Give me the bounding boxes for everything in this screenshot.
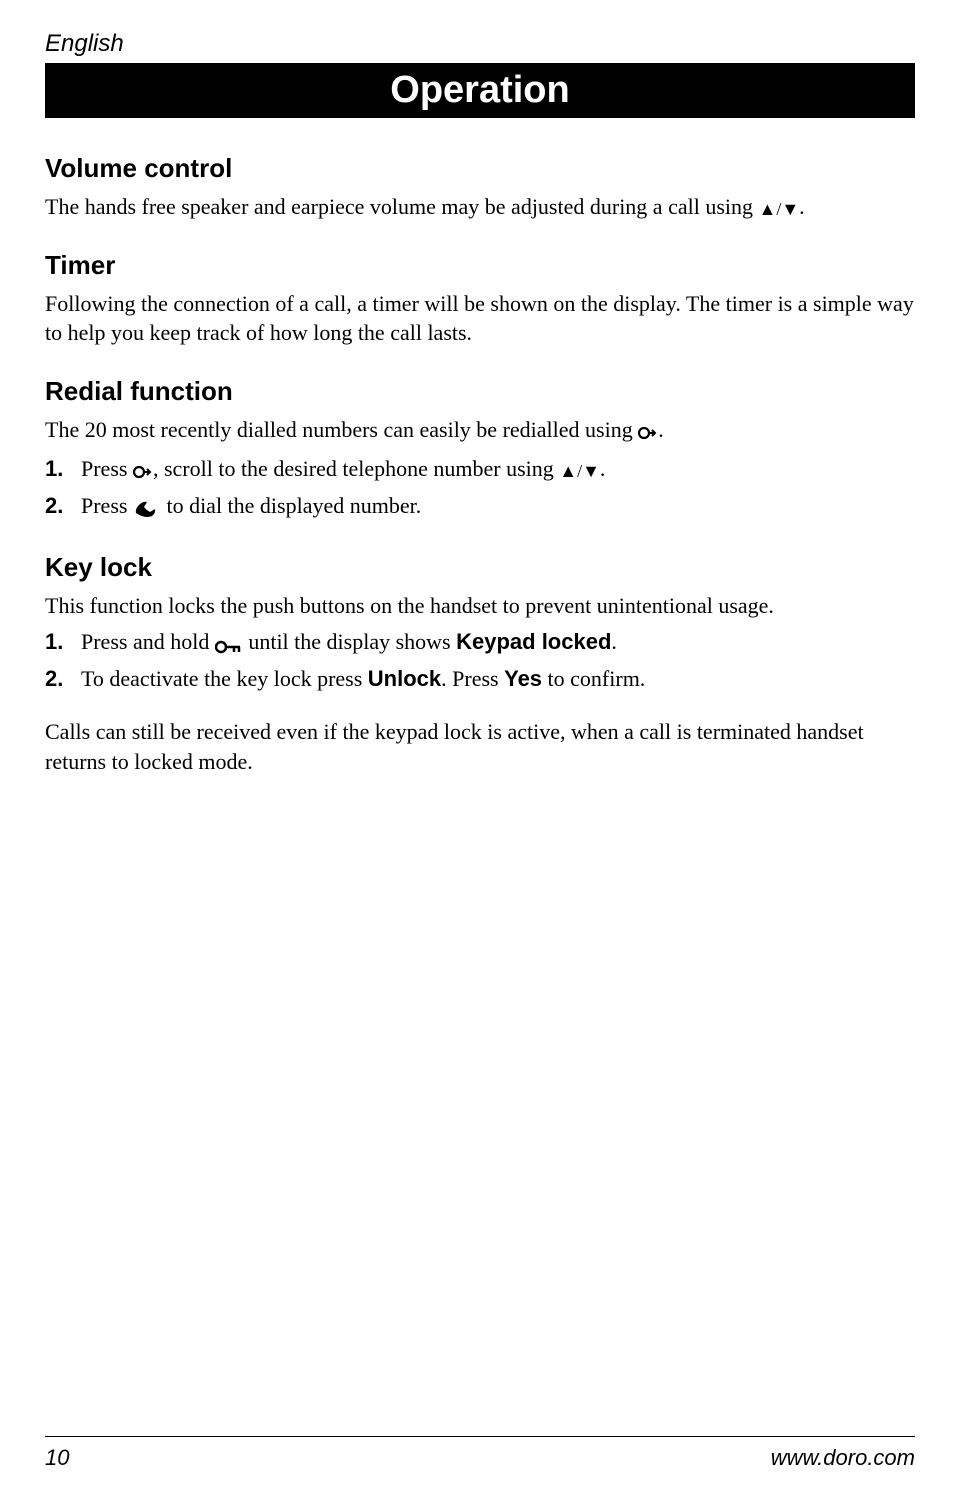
keylock-intro: This function locks the push buttons on … bbox=[45, 591, 915, 621]
page-title-bar: Operation bbox=[45, 63, 915, 118]
redial-icon bbox=[638, 417, 658, 447]
footer-url: www.doro.com bbox=[771, 1445, 915, 1471]
text-part: Press bbox=[81, 493, 133, 518]
bold-keypad-locked: Keypad locked bbox=[456, 629, 611, 654]
step-content: Press and hold until the display shows K… bbox=[81, 626, 915, 660]
text-part: , scroll to the desired telephone number… bbox=[153, 456, 559, 481]
step-number: 2. bbox=[45, 663, 71, 695]
redial-heading: Redial function bbox=[45, 376, 915, 407]
text-part: Press bbox=[81, 456, 133, 481]
volume-heading: Volume control bbox=[45, 153, 915, 184]
page-footer: 10 www.doro.com bbox=[45, 1436, 915, 1471]
redial-step-2: 2. Press to dial the displayed number. bbox=[45, 490, 915, 524]
step-number: 2. bbox=[45, 490, 71, 524]
bold-yes: Yes bbox=[504, 666, 542, 691]
text-part: To deactivate the key lock press bbox=[81, 666, 368, 691]
keylock-heading: Key lock bbox=[45, 552, 915, 583]
redial-intro-after: . bbox=[658, 417, 664, 442]
keylock-step-2: 2. To deactivate the key lock press Unlo… bbox=[45, 663, 915, 695]
up-down-triangle-icon: ▲/▼ bbox=[559, 458, 600, 484]
key-icon bbox=[215, 628, 243, 660]
timer-heading: Timer bbox=[45, 250, 915, 281]
bold-unlock: Unlock bbox=[368, 666, 441, 691]
redial-step-1: 1. Press , scroll to the desired telepho… bbox=[45, 453, 915, 487]
step-number: 1. bbox=[45, 626, 71, 660]
text-part: . bbox=[600, 456, 606, 481]
page-number: 10 bbox=[45, 1445, 69, 1471]
step-content: Press , scroll to the desired telephone … bbox=[81, 453, 915, 487]
volume-text-after: . bbox=[799, 194, 805, 219]
text-part: to confirm. bbox=[542, 666, 645, 691]
redial-intro: The 20 most recently dialled numbers can… bbox=[45, 415, 915, 447]
timer-text: Following the connection of a call, a ti… bbox=[45, 289, 915, 348]
call-icon bbox=[133, 492, 161, 524]
volume-text-before: The hands free speaker and earpiece volu… bbox=[45, 194, 759, 219]
text-part: . bbox=[611, 629, 617, 654]
redial-intro-before: The 20 most recently dialled numbers can… bbox=[45, 417, 638, 442]
language-header: English bbox=[45, 30, 915, 58]
keylock-note: Calls can still be received even if the … bbox=[45, 717, 915, 776]
keylock-step-1: 1. Press and hold until the display show… bbox=[45, 626, 915, 660]
volume-text: The hands free speaker and earpiece volu… bbox=[45, 192, 915, 222]
redial-icon bbox=[133, 455, 153, 487]
up-down-triangle-icon: ▲/▼ bbox=[759, 197, 800, 221]
text-part: . Press bbox=[441, 666, 504, 691]
text-part: to dial the displayed number. bbox=[161, 493, 421, 518]
step-content: To deactivate the key lock press Unlock.… bbox=[81, 663, 915, 695]
step-number: 1. bbox=[45, 453, 71, 487]
step-content: Press to dial the displayed number. bbox=[81, 490, 915, 524]
text-part: until the display shows bbox=[243, 629, 456, 654]
text-part: Press and hold bbox=[81, 629, 215, 654]
